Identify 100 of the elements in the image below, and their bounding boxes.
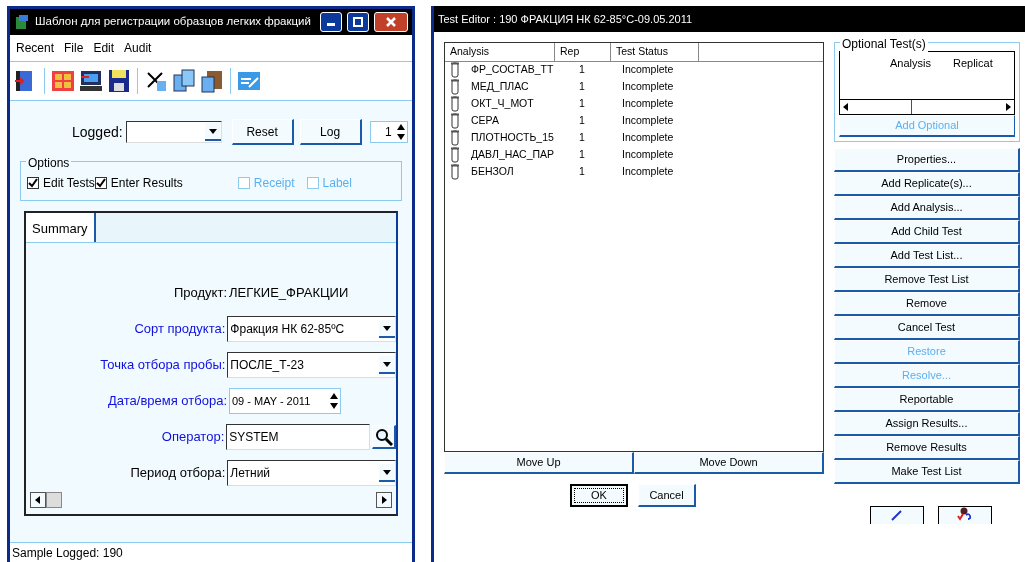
- move-button[interactable]: Move Down: [634, 452, 824, 474]
- table-cell-text: ОКТ_Ч_МОТ: [470, 96, 535, 112]
- action-button[interactable]: Add Child Test: [834, 220, 1020, 244]
- column-header[interactable]: Rep: [555, 43, 611, 61]
- table-cell-text: 1: [578, 164, 586, 180]
- column-header[interactable]: Test Status: [611, 43, 699, 61]
- check-icon: [28, 178, 38, 188]
- help-button[interactable]: [938, 506, 992, 524]
- test-tube-icon: [449, 79, 461, 96]
- logged-dropdown[interactable]: [125, 121, 222, 143]
- scroll-thumb[interactable]: [46, 492, 62, 508]
- table-cell-text: Incomplete: [622, 96, 674, 112]
- action-button[interactable]: Add Analysis...: [834, 196, 1020, 220]
- monitor-icon[interactable]: [79, 69, 103, 93]
- search-icon: [374, 427, 393, 446]
- action-button[interactable]: Add Replicate(s)...: [834, 172, 1020, 196]
- checkbox[interactable]: Edit Tests: [27, 174, 95, 192]
- test-tube-icon: [449, 147, 461, 164]
- column-header[interactable]: Analysis: [445, 43, 555, 61]
- action-button[interactable]: Remove Test List: [834, 268, 1020, 292]
- input-field[interactable]: SYSTEM: [226, 424, 371, 450]
- action-button[interactable]: Reset: [231, 119, 294, 145]
- dropdown-field[interactable]: ПОСЛЕ_Т-23: [227, 352, 396, 378]
- tab[interactable]: Summary: [26, 213, 96, 242]
- product-value: ЛЕГКИЕ_ФРАКЦИИ: [229, 284, 349, 303]
- test-tube-icon: [449, 130, 461, 147]
- table-cell-text: Incomplete: [622, 113, 674, 129]
- action-button[interactable]: Assign Results...: [834, 412, 1020, 436]
- table-cell-text: МЕД_ПЛАС: [470, 79, 530, 95]
- action-button[interactable]: Remove: [834, 292, 1020, 316]
- field-label: Продукт:: [173, 284, 228, 303]
- test-tube-icon: [449, 164, 461, 181]
- table-cell-text: Incomplete: [622, 130, 674, 146]
- dropdown-button[interactable]: [379, 320, 395, 338]
- paste-icon[interactable]: [200, 69, 224, 93]
- dropdown-field[interactable]: Летний: [227, 460, 396, 486]
- scroll-left-icon[interactable]: [30, 492, 46, 508]
- table-cell-text: БЕНЗОЛ: [470, 164, 515, 180]
- action-button[interactable]: Make Test List: [834, 460, 1020, 484]
- test-tube-icon: [449, 113, 461, 130]
- cancel-button[interactable]: Cancel: [638, 484, 696, 507]
- column-header[interactable]: Replicat: [952, 55, 993, 72]
- table-cell-text: СЕРА: [470, 113, 500, 129]
- menu-item[interactable]: Audit: [124, 39, 152, 57]
- maximize-icon: [353, 17, 363, 27]
- dropdown-button[interactable]: [379, 356, 395, 374]
- window-title: Шаблон для регистрации образцов легких фракций: [35, 14, 312, 30]
- action-button[interactable]: Reportable: [834, 388, 1020, 412]
- wand-icon: [890, 507, 904, 521]
- search-button[interactable]: [372, 425, 396, 449]
- dropdown-button[interactable]: [204, 123, 221, 141]
- date-field[interactable]: 09 - MAY - 2011: [229, 388, 341, 414]
- table-cell-text: 1: [578, 130, 586, 146]
- menu-item[interactable]: Edit: [93, 39, 115, 57]
- field-label: Дата/время отбора:: [107, 392, 228, 411]
- minimize-button[interactable]: [320, 12, 342, 32]
- field-label: Сорт продукта:: [133, 320, 227, 339]
- wand-button[interactable]: [870, 506, 924, 524]
- test-tube-icon: [449, 96, 461, 113]
- table-cell-text: Incomplete: [622, 79, 674, 95]
- menu-item[interactable]: Recent: [16, 39, 55, 57]
- move-button[interactable]: Move Up: [444, 452, 634, 474]
- title-bar: Test Editor : 190 ФРАКЦИЯ НК 62-85°C-09.05.2011: [434, 6, 1025, 32]
- question-check-icon: [957, 507, 973, 521]
- dropdown-button[interactable]: [379, 464, 395, 482]
- table-cell-text: Incomplete: [622, 147, 674, 163]
- action-button[interactable]: Remove Results: [834, 436, 1020, 460]
- table-cell-text: ФР_СОСТАВ_ТТ: [470, 62, 555, 78]
- spin-arrows-icon[interactable]: [394, 122, 407, 142]
- close-icon: [386, 17, 396, 27]
- ok-button[interactable]: OK: [570, 484, 628, 507]
- action-button[interactable]: Properties...: [834, 148, 1020, 172]
- table-cell-text: 1: [578, 79, 586, 95]
- close-button[interactable]: [374, 12, 408, 32]
- status-bar: Sample Logged: 190: [10, 542, 412, 562]
- copy-icon[interactable]: [172, 69, 196, 93]
- table-cell-text: Incomplete: [622, 164, 674, 180]
- field-label: Точка отбора пробы:: [99, 356, 227, 375]
- table-cell-text: ПЛОТНОСТЬ_15: [470, 130, 555, 146]
- table-cell-text: 1: [578, 96, 586, 112]
- table-cell-text: Incomplete: [622, 62, 674, 78]
- checkbox[interactable]: Enter Results: [94, 174, 183, 192]
- scissors-icon[interactable]: [144, 69, 168, 93]
- count-spinner[interactable]: 1: [369, 121, 408, 143]
- action-button[interactable]: Log: [299, 119, 362, 145]
- maximize-button[interactable]: [347, 12, 369, 32]
- column-header[interactable]: Analysis: [890, 55, 931, 72]
- field-label: Оператор:: [160, 428, 226, 447]
- action-button[interactable]: Add Test List...: [834, 244, 1020, 268]
- edit-form-icon[interactable]: [237, 69, 261, 93]
- grid-icon[interactable]: [51, 69, 75, 93]
- action-button[interactable]: Cancel Test: [834, 316, 1020, 340]
- app-icon: [14, 14, 30, 30]
- table-cell-text: ДАВЛ_НАС_ПАР: [470, 147, 556, 163]
- dropdown-field[interactable]: Фракция НК 62-85ºC: [227, 316, 396, 342]
- field-label: Период отбора:: [129, 464, 227, 483]
- scroll-right-icon[interactable]: [376, 492, 392, 508]
- menu-item[interactable]: File: [64, 39, 84, 57]
- table-cell-text: 1: [578, 62, 586, 78]
- check-icon: [95, 178, 106, 188]
